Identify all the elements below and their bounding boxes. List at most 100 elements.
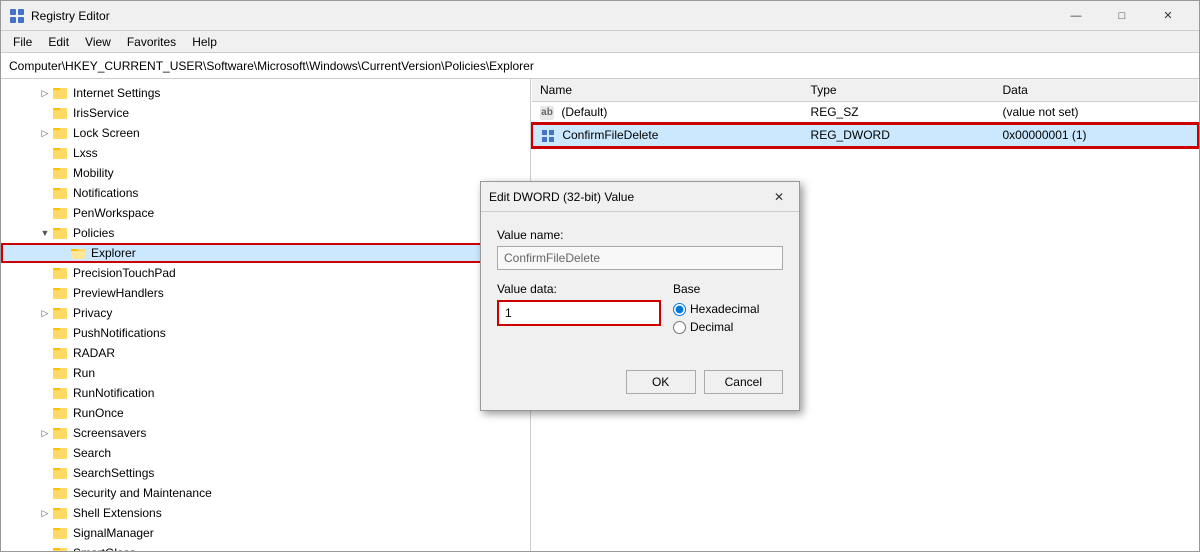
tree-label: Screensavers — [73, 426, 146, 440]
tree-item-shellextensions[interactable]: ▷ Shell Extensions — [1, 503, 530, 523]
tree-item-searchsettings[interactable]: SearchSettings — [1, 463, 530, 483]
tree-label: Lxss — [73, 146, 98, 160]
menu-help[interactable]: Help — [184, 33, 225, 51]
edit-dword-dialog[interactable]: Edit DWORD (32-bit) Value ✕ Value name: … — [480, 181, 800, 411]
folder-icon-open — [71, 245, 87, 261]
tree-item-policies[interactable]: ▼ Policies — [1, 223, 530, 243]
expand-icon[interactable]: ▷ — [37, 85, 53, 101]
row-type-highlighted: REG_DWORD — [803, 124, 995, 147]
tree-item-runnotification[interactable]: RunNotification — [1, 383, 530, 403]
tree-item-screensavers[interactable]: ▷ Screensavers — [1, 423, 530, 443]
tree-label: Mobility — [73, 166, 114, 180]
tree-label: Explorer — [91, 246, 136, 260]
tree-label: Privacy — [73, 306, 112, 320]
tree-label: RADAR — [73, 346, 115, 360]
dialog-section: Value data: Base Hexadecimal Decimal — [497, 282, 783, 338]
value-data-input[interactable] — [497, 300, 661, 326]
row-name-highlighted: ConfirmFileDelete — [532, 124, 803, 147]
row-name: ab (Default) — [532, 102, 803, 124]
cancel-button[interactable]: Cancel — [704, 370, 783, 394]
tree-label: IrisService — [73, 106, 129, 120]
tree-label: PushNotifications — [73, 326, 166, 340]
table-row[interactable]: ab (Default) REG_SZ (value not set) — [532, 102, 1198, 124]
folder-icon — [53, 205, 69, 221]
ab-icon: ab — [540, 106, 554, 120]
tree-item-search[interactable]: Search — [1, 443, 530, 463]
folder-icon — [53, 325, 69, 341]
dword-icon — [541, 129, 555, 143]
folder-icon — [53, 485, 69, 501]
tree-item-runonce[interactable]: RunOnce — [1, 403, 530, 423]
base-label: Base — [673, 282, 783, 296]
tree-item-precisiontouchpad[interactable]: PrecisionTouchPad — [1, 263, 530, 283]
tree-item-radar[interactable]: RADAR — [1, 343, 530, 363]
folder-icon — [53, 305, 69, 321]
tree-item-penworkspace[interactable]: PenWorkspace — [1, 203, 530, 223]
window-controls: — □ ✕ — [1053, 1, 1191, 31]
folder-icon — [53, 465, 69, 481]
tree-item-mobility[interactable]: Mobility — [1, 163, 530, 183]
tree-item-pushnotifications[interactable]: PushNotifications — [1, 323, 530, 343]
folder-icon — [53, 125, 69, 141]
row-data-highlighted: 0x00000001 (1) — [994, 124, 1198, 147]
menu-edit[interactable]: Edit — [40, 33, 77, 51]
tree-item-smartglass[interactable]: SmartGlass — [1, 543, 530, 551]
folder-icon — [53, 225, 69, 241]
folder-icon — [53, 145, 69, 161]
tree-item-explorer[interactable]: Explorer — [1, 243, 530, 263]
tree-item-lockscreen[interactable]: ▷ Lock Screen — [1, 123, 530, 143]
tree-item-lxss[interactable]: Lxss — [1, 143, 530, 163]
radio-hex-input[interactable] — [673, 303, 686, 316]
row-data: (value not set) — [994, 102, 1198, 124]
tree-item-irisservice[interactable]: IrisService — [1, 103, 530, 123]
tree-label: SignalManager — [73, 526, 154, 540]
folder-icon — [53, 425, 69, 441]
table-row-confirmfiledelete[interactable]: ConfirmFileDelete REG_DWORD 0x00000001 (… — [532, 124, 1198, 147]
dialog-close-button[interactable]: ✕ — [767, 185, 791, 209]
window-title: Registry Editor — [31, 9, 1053, 23]
tree-label: Search — [73, 446, 111, 460]
folder-icon — [53, 185, 69, 201]
tree-label: PreviewHandlers — [73, 286, 164, 300]
tree-item-security-maintenance[interactable]: Security and Maintenance — [1, 483, 530, 503]
radio-hex-label: Hexadecimal — [690, 302, 759, 316]
minimize-button[interactable]: — — [1053, 1, 1099, 31]
col-data: Data — [994, 79, 1198, 102]
tree-label: RunNotification — [73, 386, 154, 400]
col-type: Type — [803, 79, 995, 102]
tree-item-notifications[interactable]: Notifications — [1, 183, 530, 203]
menu-view[interactable]: View — [77, 33, 119, 51]
radio-decimal-label: Decimal — [690, 320, 733, 334]
addressbar: Computer\HKEY_CURRENT_USER\Software\Micr… — [1, 53, 1199, 79]
folder-icon — [53, 165, 69, 181]
tree-item-run[interactable]: Run — [1, 363, 530, 383]
menu-favorites[interactable]: Favorites — [119, 33, 184, 51]
menu-file[interactable]: File — [5, 33, 40, 51]
maximize-button[interactable]: □ — [1099, 1, 1145, 31]
radio-decimal[interactable]: Decimal — [673, 320, 783, 334]
folder-icon — [53, 365, 69, 381]
tree-label: Internet Settings — [73, 86, 160, 100]
folder-icon — [53, 85, 69, 101]
tree-item-privacy[interactable]: ▷ Privacy — [1, 303, 530, 323]
radio-hexadecimal[interactable]: Hexadecimal — [673, 302, 783, 316]
address-path: Computer\HKEY_CURRENT_USER\Software\Micr… — [9, 59, 534, 73]
tree-label: Run — [73, 366, 95, 380]
radio-decimal-input[interactable] — [673, 321, 686, 334]
tree-item-previewhandlers[interactable]: PreviewHandlers — [1, 283, 530, 303]
col-name: Name — [532, 79, 803, 102]
folder-icon — [53, 505, 69, 521]
dialog-titlebar: Edit DWORD (32-bit) Value ✕ — [481, 182, 799, 212]
folder-icon — [53, 265, 69, 281]
dialog-footer: OK Cancel — [481, 370, 799, 410]
tree-item-internet-settings[interactable]: ▷ Internet Settings — [1, 83, 530, 103]
tree-panel: ▷ Internet Settings IrisService ▷ Lock S… — [1, 79, 531, 551]
tree-item-signalmanager[interactable]: SignalManager — [1, 523, 530, 543]
menubar: File Edit View Favorites Help — [1, 31, 1199, 53]
close-button[interactable]: ✕ — [1145, 1, 1191, 31]
folder-icon — [53, 405, 69, 421]
ok-button[interactable]: OK — [626, 370, 696, 394]
registry-table: Name Type Data ab (Default) REG_SZ (valu… — [531, 79, 1199, 148]
value-name-input[interactable] — [497, 246, 783, 270]
value-data-section: Value data: — [497, 282, 661, 326]
